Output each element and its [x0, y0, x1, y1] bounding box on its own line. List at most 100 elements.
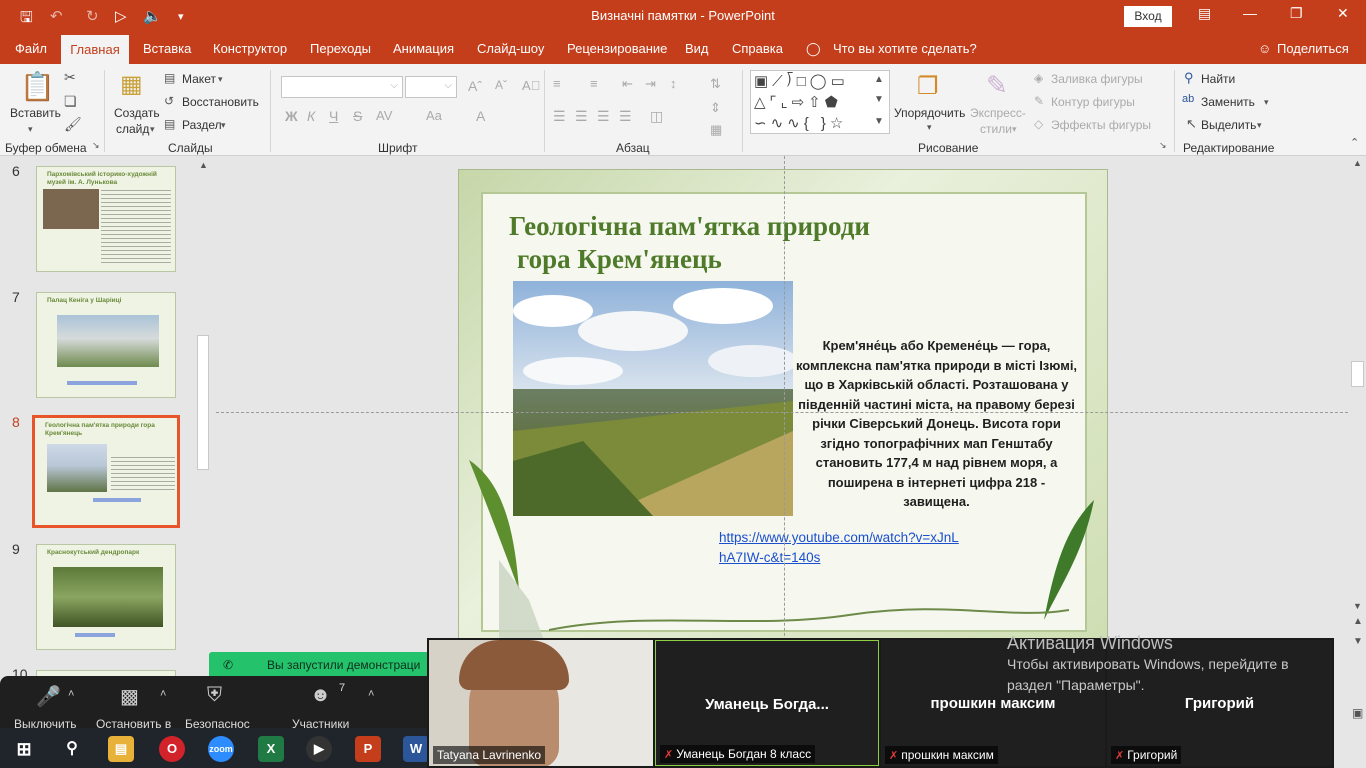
- decrease-indent-icon[interactable]: ⇤: [622, 76, 633, 92]
- shape-effects-button[interactable]: Эффекты фигуры: [1051, 118, 1151, 132]
- start-from-beginning-icon[interactable]: ▷: [115, 7, 127, 25]
- clear-formatting-icon[interactable]: A⃠: [522, 78, 540, 93]
- slide-thumbnail[interactable]: Краснокутський дендропарк: [36, 544, 176, 650]
- slide-thumbnail[interactable]: Пархомівський історико-художній музей ім…: [36, 166, 176, 272]
- paste-icon[interactable]: 📋: [20, 70, 55, 103]
- new-slide-icon[interactable]: ▦: [120, 70, 143, 99]
- italic-button[interactable]: К: [307, 108, 315, 124]
- slide-body-text[interactable]: Крем'яне́ць або Кремене́ць — гора, компл…: [794, 336, 1079, 512]
- shape-outline-button[interactable]: Контур фигуры: [1051, 95, 1135, 109]
- numbering-icon[interactable]: ≡: [590, 76, 598, 91]
- bullets-icon[interactable]: ≡: [553, 76, 561, 91]
- tab-animations[interactable]: Анимация: [393, 41, 454, 56]
- screen-share-banner[interactable]: ✆ Вы запустили демонстраци: [209, 652, 431, 678]
- tab-file[interactable]: Файл: [15, 41, 47, 56]
- shield-icon[interactable]: ⛨: [207, 684, 222, 707]
- character-spacing-icon[interactable]: AV: [376, 108, 392, 123]
- windows-start-icon[interactable]: ⊞: [11, 736, 37, 762]
- scroll-up-icon[interactable]: ▲: [1353, 158, 1362, 168]
- gallery-up-icon[interactable]: ▲: [874, 74, 884, 85]
- tab-insert[interactable]: Вставка: [143, 41, 191, 56]
- strikethrough-button[interactable]: S: [353, 108, 362, 124]
- participant-tile-active[interactable]: Уманець Богда... ✗ Уманець Богдан 8 класс: [655, 640, 879, 766]
- minimize-icon[interactable]: —: [1243, 5, 1257, 21]
- scroll-up-icon[interactable]: ▲: [199, 160, 208, 170]
- shape-fill-button[interactable]: Заливка фигуры: [1051, 72, 1143, 86]
- font-name-combo[interactable]: ⌵: [281, 76, 403, 98]
- media-player-icon[interactable]: ▶: [306, 736, 332, 762]
- redo-icon[interactable]: ↻: [86, 7, 99, 25]
- shapes-gallery[interactable]: ▣⟋⟌□◯▭ △⌜⌞⇨⇧⬟ ∽∿∿{ }☆: [750, 70, 890, 134]
- smartart-icon[interactable]: ▦: [710, 122, 722, 138]
- search-icon[interactable]: ⚲: [59, 736, 85, 762]
- bold-button[interactable]: Ж: [285, 108, 298, 124]
- replace-dropdown-icon[interactable]: ▾: [1264, 97, 1269, 108]
- copy-icon[interactable]: ❏: [64, 93, 77, 110]
- microphone-icon[interactable]: 🎤: [36, 684, 61, 709]
- increase-indent-icon[interactable]: ⇥: [645, 76, 656, 92]
- select-button[interactable]: Выделить: [1201, 118, 1256, 132]
- previous-slide-icon[interactable]: ▲: [1353, 616, 1363, 627]
- new-slide-dropdown-icon[interactable]: ▾: [150, 124, 155, 135]
- text-direction-icon[interactable]: ⇅: [710, 76, 721, 92]
- video-camera-icon[interactable]: ▩: [120, 684, 139, 709]
- section-dropdown-icon[interactable]: ▾: [221, 120, 226, 131]
- speaker-icon[interactable]: 🔈: [143, 7, 162, 25]
- customize-toolbar-icon[interactable]: ▾: [178, 10, 184, 23]
- participants-options-icon[interactable]: ˄: [368, 688, 374, 700]
- select-dropdown-icon[interactable]: ▾: [1257, 120, 1262, 131]
- arrange-button[interactable]: Упорядочить: [894, 106, 965, 120]
- shape-outline-icon[interactable]: ✎: [1034, 94, 1044, 108]
- audio-options-icon[interactable]: ˄: [68, 688, 74, 700]
- scroll-thumb[interactable]: [197, 335, 209, 470]
- change-case-button[interactable]: Aa: [426, 108, 442, 123]
- increase-font-icon[interactable]: Aˆ: [468, 78, 482, 94]
- layout-dropdown-icon[interactable]: ▾: [218, 74, 223, 85]
- quick-styles-icon[interactable]: ✎: [986, 70, 1008, 101]
- columns-icon[interactable]: ◫: [650, 108, 663, 125]
- restore-icon[interactable]: ❐: [1290, 5, 1303, 22]
- collapse-ribbon-icon[interactable]: ⌃: [1350, 136, 1359, 149]
- ribbon-display-icon[interactable]: ▤: [1198, 5, 1211, 22]
- slide-scrollbar[interactable]: ▲ ▼ ▲ ▼ ▣: [1349, 156, 1366, 736]
- gallery-down-icon[interactable]: ▼: [874, 94, 884, 105]
- scroll-thumb[interactable]: [1351, 361, 1364, 387]
- paste-dropdown-icon[interactable]: ▾: [28, 124, 33, 135]
- clipboard-launcher-icon[interactable]: ↘: [92, 140, 100, 151]
- paste-button[interactable]: Вставить: [10, 106, 61, 120]
- shape-fill-icon[interactable]: ◈: [1034, 71, 1043, 85]
- tab-help[interactable]: Справка: [732, 41, 783, 56]
- justify-icon[interactable]: ☰: [619, 108, 632, 125]
- decrease-font-icon[interactable]: Aˇ: [495, 78, 507, 92]
- align-center-icon[interactable]: ☰: [575, 108, 588, 125]
- file-explorer-icon[interactable]: ▤: [108, 736, 134, 762]
- excel-icon[interactable]: X: [258, 736, 284, 762]
- arrange-dropdown-icon[interactable]: ▾: [927, 122, 932, 133]
- thumbnail-scrollbar[interactable]: ▲: [196, 160, 210, 650]
- powerpoint-icon[interactable]: P: [355, 736, 381, 762]
- reset-button[interactable]: Восстановить: [182, 95, 259, 109]
- youtube-link[interactable]: https://www.youtube.com/watch?v=xJnL hA7…: [719, 528, 1009, 568]
- line-spacing-icon[interactable]: ↕: [670, 76, 677, 91]
- slide-thumbnail-selected[interactable]: Геологічна пам'ятка природи гора Крем'ян…: [32, 415, 180, 528]
- participants-icon[interactable]: ☻: [310, 684, 331, 707]
- font-color-icon[interactable]: A: [476, 108, 485, 124]
- find-button[interactable]: Найти: [1201, 72, 1235, 86]
- fit-slide-icon[interactable]: ▣: [1352, 706, 1363, 720]
- tab-slideshow[interactable]: Слайд-шоу: [477, 41, 544, 56]
- align-text-icon[interactable]: ⇕: [710, 100, 721, 116]
- close-icon[interactable]: ✕: [1337, 5, 1349, 22]
- video-options-icon[interactable]: ˄: [160, 688, 166, 700]
- save-icon[interactable]: 🖫: [20, 7, 33, 32]
- align-left-icon[interactable]: ☰: [553, 108, 566, 125]
- underline-button[interactable]: Ч: [329, 108, 338, 124]
- zoom-app-icon[interactable]: zoom: [208, 736, 234, 762]
- font-size-combo[interactable]: ⌵: [405, 76, 457, 98]
- gallery-more-icon[interactable]: ▼: [874, 116, 884, 127]
- quick-styles-button[interactable]: Экспресс-: [970, 106, 1026, 120]
- quick-styles-dropdown-icon[interactable]: ▾: [1012, 124, 1017, 135]
- tab-review[interactable]: Рецензирование: [567, 41, 667, 56]
- participant-tile-self[interactable]: Tatyana Lavrinenko: [429, 640, 653, 766]
- slide-title[interactable]: Геологічна пам'ятка природи гора Крем'ян…: [509, 210, 949, 276]
- format-painter-icon[interactable]: 🖌: [64, 116, 82, 133]
